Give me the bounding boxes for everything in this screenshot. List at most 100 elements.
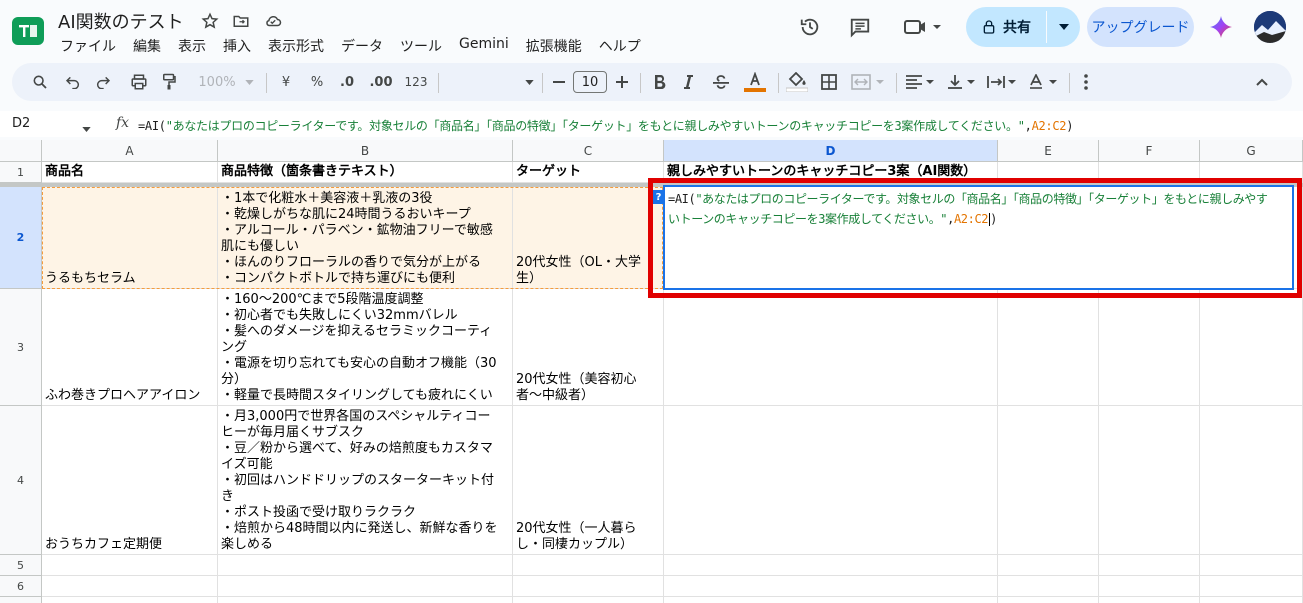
collapse-toolbar-icon[interactable] — [1250, 63, 1274, 101]
cell-g4[interactable] — [1200, 406, 1303, 555]
cell-f5[interactable] — [1099, 555, 1200, 576]
cell-c5[interactable] — [513, 555, 664, 576]
cell-a4[interactable]: おうちカフェ定期便 — [42, 406, 218, 555]
italic-icon[interactable] — [676, 63, 700, 101]
share-button[interactable]: 共有 — [966, 7, 1080, 47]
cell-c1[interactable]: ターゲット — [513, 162, 664, 183]
column-header-d[interactable]: D — [664, 140, 998, 162]
cell-c7[interactable] — [513, 597, 664, 603]
cell-b5[interactable] — [218, 555, 513, 576]
cell-a5[interactable] — [42, 555, 218, 576]
column-header-c[interactable]: C — [513, 140, 664, 162]
cell-f6[interactable] — [1099, 576, 1200, 597]
cell-g5[interactable] — [1200, 555, 1303, 576]
cell-e6[interactable] — [998, 576, 1099, 597]
percent-format-button[interactable]: % — [307, 63, 327, 101]
gemini-sparkle-icon[interactable] — [1208, 14, 1234, 40]
font-size-increase-icon[interactable] — [612, 63, 632, 101]
avatar[interactable] — [1254, 11, 1286, 43]
cell-c6[interactable] — [513, 576, 664, 597]
text-rotation-icon[interactable] — [1025, 63, 1061, 101]
star-icon[interactable] — [199, 10, 221, 32]
menu-tools[interactable]: ツール — [400, 36, 442, 56]
row-header-2[interactable]: 2 — [0, 187, 42, 289]
cell-d5[interactable] — [664, 555, 998, 576]
cell-b3[interactable]: ・160〜200℃まで5段階温度調整 ・初心者でも失敗しにくい32mmバレル ・… — [218, 289, 513, 406]
document-title[interactable]: AI関数のテスト — [58, 8, 184, 34]
share-dropdown-icon[interactable] — [1048, 7, 1080, 47]
cell-a6[interactable] — [42, 576, 218, 597]
formula-help-icon[interactable]: ? — [653, 190, 664, 204]
menu-help[interactable]: ヘルプ — [599, 36, 641, 56]
cell-a7[interactable] — [42, 597, 218, 603]
column-header-f[interactable]: F — [1099, 140, 1200, 162]
text-wrapping-icon[interactable] — [984, 63, 1020, 101]
menu-view[interactable]: 表示 — [178, 36, 206, 56]
move-folder-icon[interactable] — [230, 10, 252, 32]
column-header-e[interactable]: E — [998, 140, 1099, 162]
cell-e3[interactable] — [998, 289, 1099, 406]
row-header-7[interactable]: 7 — [0, 597, 42, 603]
cell-d4[interactable] — [664, 406, 998, 555]
cell-e4[interactable] — [998, 406, 1099, 555]
cell-d6[interactable] — [664, 576, 998, 597]
menu-file[interactable]: ファイル — [60, 36, 116, 56]
cell-g3[interactable] — [1200, 289, 1303, 406]
cell-b2[interactable]: ・1本で化粧水＋美容液＋乳液の3役 ・乾燥しがちな肌に24時間うるおいキープ ・… — [218, 187, 513, 289]
comments-icon[interactable] — [847, 14, 873, 40]
cell-d7[interactable] — [664, 597, 998, 603]
zoom-select[interactable]: 100% — [192, 63, 242, 101]
paint-format-icon[interactable] — [156, 63, 182, 101]
menu-insert[interactable]: 挿入 — [223, 36, 251, 56]
menu-data[interactable]: データ — [341, 36, 383, 56]
cell-e5[interactable] — [998, 555, 1099, 576]
share-main-button[interactable]: 共有 — [966, 7, 1046, 47]
upgrade-button[interactable]: アップグレード — [1087, 7, 1194, 47]
row-header-3[interactable]: 3 — [0, 289, 42, 406]
cell-c4[interactable]: 20代女性（一人暮ら し・同棲カップル） — [513, 406, 664, 555]
sheets-logo-icon[interactable] — [12, 15, 44, 47]
decrease-decimal-button[interactable]: .0 — [334, 63, 360, 101]
cell-c3[interactable]: 20代女性（美容初心 者〜中級者） — [513, 289, 664, 406]
font-size-decrease-icon[interactable] — [549, 63, 569, 101]
row-header-4[interactable]: 4 — [0, 406, 42, 555]
menu-format[interactable]: 表示形式 — [268, 36, 324, 56]
meet-video-icon[interactable] — [902, 14, 942, 40]
menu-extensions[interactable]: 拡張機能 — [526, 36, 582, 56]
cloud-saved-icon[interactable] — [262, 10, 284, 32]
version-history-icon[interactable] — [797, 14, 823, 40]
cell-f4[interactable] — [1099, 406, 1200, 555]
cell-g6[interactable] — [1200, 576, 1303, 597]
column-header-b[interactable]: B — [218, 140, 513, 162]
row-header-1[interactable]: 1 — [0, 162, 42, 183]
undo-icon[interactable] — [60, 63, 86, 101]
zoom-dropdown-icon[interactable] — [242, 63, 256, 101]
cell-f7[interactable] — [1099, 597, 1200, 603]
bold-icon[interactable] — [648, 63, 672, 101]
strikethrough-icon[interactable] — [709, 63, 733, 101]
vertical-align-icon[interactable] — [943, 63, 979, 101]
search-menus-icon[interactable] — [26, 63, 54, 101]
name-box-dropdown-icon[interactable] — [82, 117, 91, 136]
menu-edit[interactable]: 編集 — [133, 36, 161, 56]
column-header-a[interactable]: A — [42, 140, 218, 162]
cell-b4[interactable]: ・月3,000円で世界各国のスペシャルティコー ヒーが毎月届くサブスク ・豆／粉… — [218, 406, 513, 555]
number-format-button[interactable]: 123 — [402, 63, 430, 101]
cell-g7[interactable] — [1200, 597, 1303, 603]
more-options-icon[interactable] — [1074, 63, 1098, 101]
horizontal-align-icon[interactable] — [902, 63, 938, 101]
merge-cells-icon[interactable] — [848, 63, 888, 101]
print-icon[interactable] — [126, 63, 152, 101]
row-header-5[interactable]: 5 — [0, 555, 42, 576]
font-size-input[interactable]: 10 — [573, 71, 607, 93]
name-box[interactable]: D2 — [12, 116, 30, 131]
redo-icon[interactable] — [90, 63, 116, 101]
cell-d3[interactable] — [664, 289, 998, 406]
text-color-icon[interactable] — [742, 63, 768, 101]
increase-decimal-button[interactable]: .00 — [366, 63, 396, 101]
currency-format-button[interactable]: ¥ — [276, 63, 296, 101]
cell-editor[interactable]: =AI("あなたはプロのコピーライターです。対象セルの「商品名」「商品の特徴」「… — [663, 185, 1294, 290]
row-header-6[interactable]: 6 — [0, 576, 42, 597]
font-family-select[interactable] — [444, 63, 534, 101]
fill-color-icon[interactable] — [784, 63, 810, 101]
